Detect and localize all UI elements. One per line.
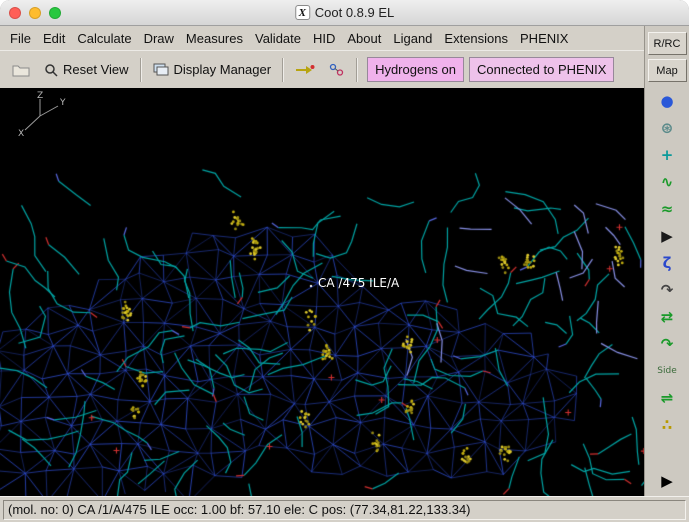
statusbar: (mol. no: 0) CA /1/A/475 ILE occ: 1.00 b… (0, 496, 689, 522)
toolbar-separator (139, 57, 142, 82)
go-to-atom-button[interactable] (288, 59, 322, 81)
open-coordinates-button[interactable] (5, 58, 37, 82)
traffic-lights (9, 6, 61, 19)
status-text: (mol. no: 0) CA /1/A/475 ILE occ: 1.00 b… (3, 499, 686, 520)
menu-item-measures[interactable]: Measures (180, 28, 249, 49)
menu-item-extensions[interactable]: Extensions (438, 28, 514, 49)
menu-item-calculate[interactable]: Calculate (71, 28, 137, 49)
minimize-button[interactable] (29, 6, 41, 19)
refine-sphere-icon[interactable]: ● (652, 89, 682, 113)
display-manager-button[interactable]: Display Manager (146, 57, 279, 82)
titlebar: X Coot 0.8.9 EL (0, 0, 689, 26)
zoom-button[interactable] (49, 6, 61, 19)
reset-view-button[interactable]: Reset View (37, 57, 136, 82)
folder-open-icon (12, 65, 30, 76)
coot-window: X Coot 0.8.9 EL File Edit Calculate Draw Mea… (0, 0, 689, 522)
torsion-general-icon[interactable]: ↷ (652, 278, 682, 302)
toolbar-overflow-arrow-icon[interactable]: ▶ (652, 469, 682, 493)
axis-y-label: Y (59, 98, 66, 108)
menu-item-phenix[interactable]: PHENIX (514, 28, 574, 49)
axes-gizmo: Z Y X (18, 91, 66, 138)
rotamer-dots-icon[interactable]: ⊛ (652, 116, 682, 140)
menu-item-edit[interactable]: Edit (37, 28, 71, 49)
hydrogens-toggle[interactable]: Hydrogens on (367, 57, 465, 82)
magnifier-icon (45, 63, 58, 77)
toolbar-separator (356, 57, 359, 82)
map-button[interactable]: Map (647, 59, 687, 82)
menu-item-validate[interactable]: Validate (249, 28, 307, 49)
atom-label: CA /475 ILE/A (318, 276, 400, 290)
display-manager-icon (153, 63, 169, 75)
close-button[interactable] (9, 6, 21, 19)
go-to-atom-icon (296, 64, 315, 74)
x11-app-icon: X (294, 5, 310, 20)
regularize-zone-icon[interactable]: ≈ (652, 197, 682, 221)
rrc-button[interactable]: R/RC (647, 32, 687, 55)
anchor-crosshair-icon[interactable]: + (652, 143, 682, 167)
atom-info-button[interactable] (322, 58, 352, 82)
axis-x-label: X (18, 129, 24, 138)
menu-item-hid[interactable]: HID (307, 28, 341, 49)
menu-item-file[interactable]: File (4, 28, 37, 49)
mutate-residue-icon[interactable]: ⇌ (652, 386, 682, 410)
flip-peptide-icon[interactable]: ⇄ (652, 305, 682, 329)
model-fit-refine-toolbar: R/RC Map ● ⊛ + ∿ ≈ ▶ ζ ↷ ⇄ ↷ Side ⇌ ∴ ▶ (644, 26, 689, 496)
molecule-icon (329, 63, 344, 76)
side-chain-flip-icon[interactable]: Side (652, 359, 682, 383)
menu-item-ligand[interactable]: Ligand (387, 28, 438, 49)
window-title: Coot 0.8.9 EL (314, 5, 395, 20)
axis-z-label: Z (37, 91, 43, 101)
jed-flip-icon[interactable]: ↷ (652, 332, 682, 356)
molecular-viewport-canvas[interactable] (0, 88, 644, 496)
molecular-viewport: Z Y X CA /475 ILE/A (0, 88, 644, 496)
edit-chi-angles-icon[interactable]: ζ (652, 251, 682, 275)
add-alt-conf-icon[interactable]: ∴ (652, 413, 682, 437)
phenix-connection-badge[interactable]: Connected to PHENIX (469, 57, 615, 82)
toolbar-separator (282, 57, 285, 82)
menu-item-draw[interactable]: Draw (138, 28, 180, 49)
display-manager-label: Display Manager (173, 62, 272, 77)
expander-arrow-icon[interactable]: ▶ (652, 224, 682, 248)
toolbar: Reset View Display Manager Hydrogens on … (0, 50, 644, 88)
side-icon-strip: ● ⊛ + ∿ ≈ ▶ ζ ↷ ⇄ ↷ Side ⇌ ∴ (645, 86, 689, 469)
window-title-group: X Coot 0.8.9 EL (294, 5, 395, 20)
real-space-refine-icon[interactable]: ∿ (652, 170, 682, 194)
reset-view-label: Reset View (63, 62, 129, 77)
menu-item-about[interactable]: About (341, 28, 387, 49)
menubar: File Edit Calculate Draw Measures Validate HID… (0, 26, 644, 50)
